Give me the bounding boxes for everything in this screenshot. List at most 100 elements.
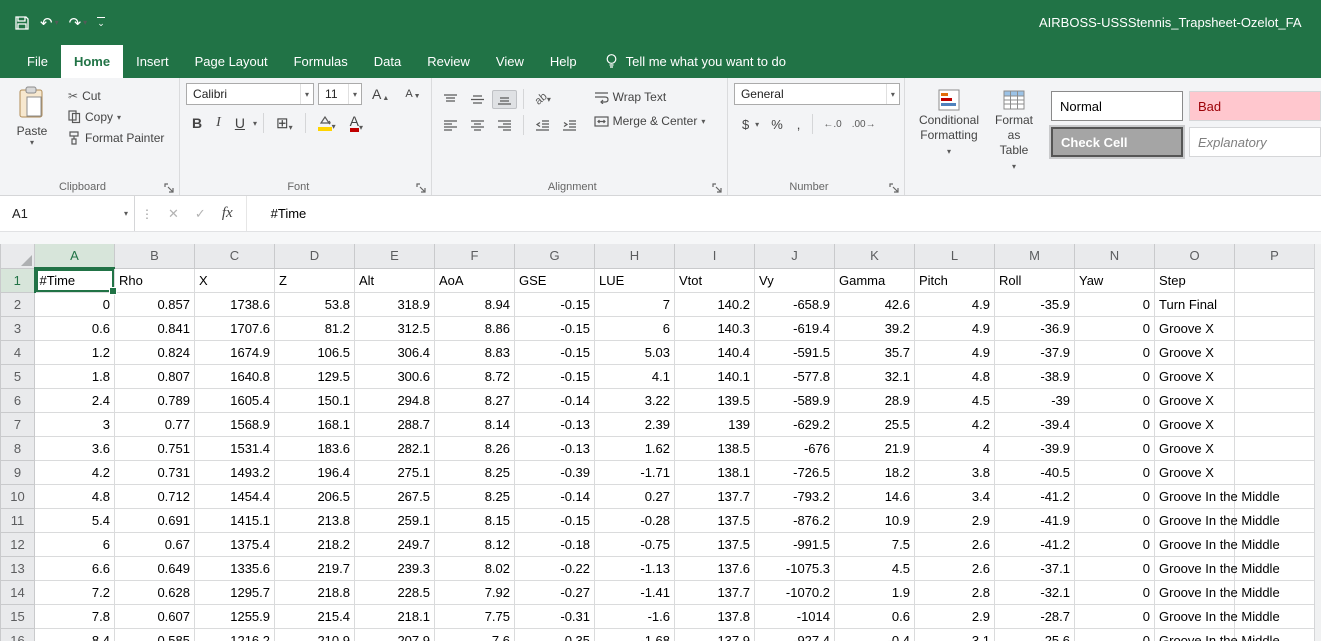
row-header-12[interactable]: 12 xyxy=(1,532,35,556)
column-header-C[interactable]: C xyxy=(195,244,275,268)
cell-A8[interactable]: 3.6 xyxy=(35,436,115,460)
cell-G4[interactable]: -0.15 xyxy=(515,340,595,364)
redo-button[interactable]: ↷▾ xyxy=(69,14,88,32)
cell-A14[interactable]: 7.2 xyxy=(35,580,115,604)
cell-N11[interactable]: 0 xyxy=(1075,508,1155,532)
cell-F7[interactable]: 8.14 xyxy=(435,412,515,436)
cell-E5[interactable]: 300.6 xyxy=(355,364,435,388)
column-header-E[interactable]: E xyxy=(355,244,435,268)
tab-view[interactable]: View xyxy=(483,45,537,78)
cell-I6[interactable]: 139.5 xyxy=(675,388,755,412)
cell-A7[interactable]: 3 xyxy=(35,412,115,436)
cell-A15[interactable]: 7.8 xyxy=(35,604,115,628)
percent-style-button[interactable]: % xyxy=(765,115,789,134)
cell-I1[interactable]: Vtot xyxy=(675,268,755,292)
accounting-format-button[interactable]: $▾ xyxy=(734,115,763,134)
cell-K7[interactable]: 25.5 xyxy=(835,412,915,436)
cell-K12[interactable]: 7.5 xyxy=(835,532,915,556)
cell-E2[interactable]: 318.9 xyxy=(355,292,435,316)
tab-insert[interactable]: Insert xyxy=(123,45,182,78)
cell-L11[interactable]: 2.9 xyxy=(915,508,995,532)
cell-K15[interactable]: 0.6 xyxy=(835,604,915,628)
cell-H14[interactable]: -1.41 xyxy=(595,580,675,604)
align-right-button[interactable] xyxy=(492,116,517,135)
cell-P9[interactable] xyxy=(1235,460,1315,484)
cell-L3[interactable]: 4.9 xyxy=(915,316,995,340)
row-header-6[interactable]: 6 xyxy=(1,388,35,412)
cell-E12[interactable]: 249.7 xyxy=(355,532,435,556)
row-header-1[interactable]: 1 xyxy=(1,268,35,292)
cell-L1[interactable]: Pitch xyxy=(915,268,995,292)
cell-I2[interactable]: 140.2 xyxy=(675,292,755,316)
vertical-scrollbar[interactable] xyxy=(1314,244,1321,641)
row-header-9[interactable]: 9 xyxy=(1,460,35,484)
cell-F6[interactable]: 8.27 xyxy=(435,388,515,412)
borders-button[interactable]: ⊞▾ xyxy=(270,113,299,133)
cell-J4[interactable]: -591.5 xyxy=(755,340,835,364)
cell-J13[interactable]: -1075.3 xyxy=(755,556,835,580)
cell-E8[interactable]: 282.1 xyxy=(355,436,435,460)
cell-J15[interactable]: -1014 xyxy=(755,604,835,628)
cell-A4[interactable]: 1.2 xyxy=(35,340,115,364)
row-header-5[interactable]: 5 xyxy=(1,364,35,388)
align-left-button[interactable] xyxy=(438,116,463,135)
cell-N4[interactable]: 0 xyxy=(1075,340,1155,364)
cell-M1[interactable]: Roll xyxy=(995,268,1075,292)
cell-O12[interactable]: Groove In the Middle xyxy=(1155,532,1235,556)
cell-C15[interactable]: 1255.9 xyxy=(195,604,275,628)
cell-M16[interactable]: -25.6 xyxy=(995,628,1075,641)
cell-K13[interactable]: 4.5 xyxy=(835,556,915,580)
cell-N13[interactable]: 0 xyxy=(1075,556,1155,580)
cell-J10[interactable]: -793.2 xyxy=(755,484,835,508)
font-color-button[interactable]: A ▾ xyxy=(344,114,369,133)
cell-N16[interactable]: 0 xyxy=(1075,628,1155,641)
cell-H7[interactable]: 2.39 xyxy=(595,412,675,436)
cell-D1[interactable]: Z xyxy=(275,268,355,292)
cell-F12[interactable]: 8.12 xyxy=(435,532,515,556)
cell-K9[interactable]: 18.2 xyxy=(835,460,915,484)
cell-H8[interactable]: 1.62 xyxy=(595,436,675,460)
cell-G8[interactable]: -0.13 xyxy=(515,436,595,460)
increase-indent-button[interactable] xyxy=(557,116,582,135)
cell-C6[interactable]: 1605.4 xyxy=(195,388,275,412)
cell-L10[interactable]: 3.4 xyxy=(915,484,995,508)
cell-D8[interactable]: 183.6 xyxy=(275,436,355,460)
cell-B12[interactable]: 0.67 xyxy=(115,532,195,556)
cell-E7[interactable]: 288.7 xyxy=(355,412,435,436)
cell-C14[interactable]: 1295.7 xyxy=(195,580,275,604)
bottom-align-button[interactable] xyxy=(492,90,517,109)
cell-J5[interactable]: -577.8 xyxy=(755,364,835,388)
cell-E11[interactable]: 259.1 xyxy=(355,508,435,532)
cell-H6[interactable]: 3.22 xyxy=(595,388,675,412)
cell-B13[interactable]: 0.649 xyxy=(115,556,195,580)
cell-D2[interactable]: 53.8 xyxy=(275,292,355,316)
row-header-8[interactable]: 8 xyxy=(1,436,35,460)
cell-O15[interactable]: Groove In the Middle xyxy=(1155,604,1235,628)
orientation-button[interactable]: ab▾ xyxy=(530,90,556,108)
conditional-formatting-button[interactable]: Conditional Formatting ▾ xyxy=(911,83,987,177)
cell-O1[interactable]: Step xyxy=(1155,268,1235,292)
cell-P2[interactable] xyxy=(1235,292,1315,316)
cell-L16[interactable]: 3.1 xyxy=(915,628,995,641)
cell-K4[interactable]: 35.7 xyxy=(835,340,915,364)
cell-H10[interactable]: 0.27 xyxy=(595,484,675,508)
cell-B16[interactable]: 0.585 xyxy=(115,628,195,641)
comma-style-button[interactable]: , xyxy=(791,115,807,134)
cell-C16[interactable]: 1216.2 xyxy=(195,628,275,641)
tab-data[interactable]: Data xyxy=(361,45,414,78)
cell-E15[interactable]: 218.1 xyxy=(355,604,435,628)
underline-button[interactable]: U xyxy=(229,114,251,132)
alignment-dialog-launcher[interactable] xyxy=(712,181,723,192)
cell-O14[interactable]: Groove In the Middle xyxy=(1155,580,1235,604)
decrease-indent-button[interactable] xyxy=(530,116,555,135)
cell-H13[interactable]: -1.13 xyxy=(595,556,675,580)
cell-P7[interactable] xyxy=(1235,412,1315,436)
cell-E6[interactable]: 294.8 xyxy=(355,388,435,412)
cell-C13[interactable]: 1335.6 xyxy=(195,556,275,580)
cell-G12[interactable]: -0.18 xyxy=(515,532,595,556)
tab-review[interactable]: Review xyxy=(414,45,483,78)
cell-P3[interactable] xyxy=(1235,316,1315,340)
font-size-combo[interactable]: 11 ▾ xyxy=(318,83,362,105)
cell-G1[interactable]: GSE xyxy=(515,268,595,292)
cell-I13[interactable]: 137.6 xyxy=(675,556,755,580)
